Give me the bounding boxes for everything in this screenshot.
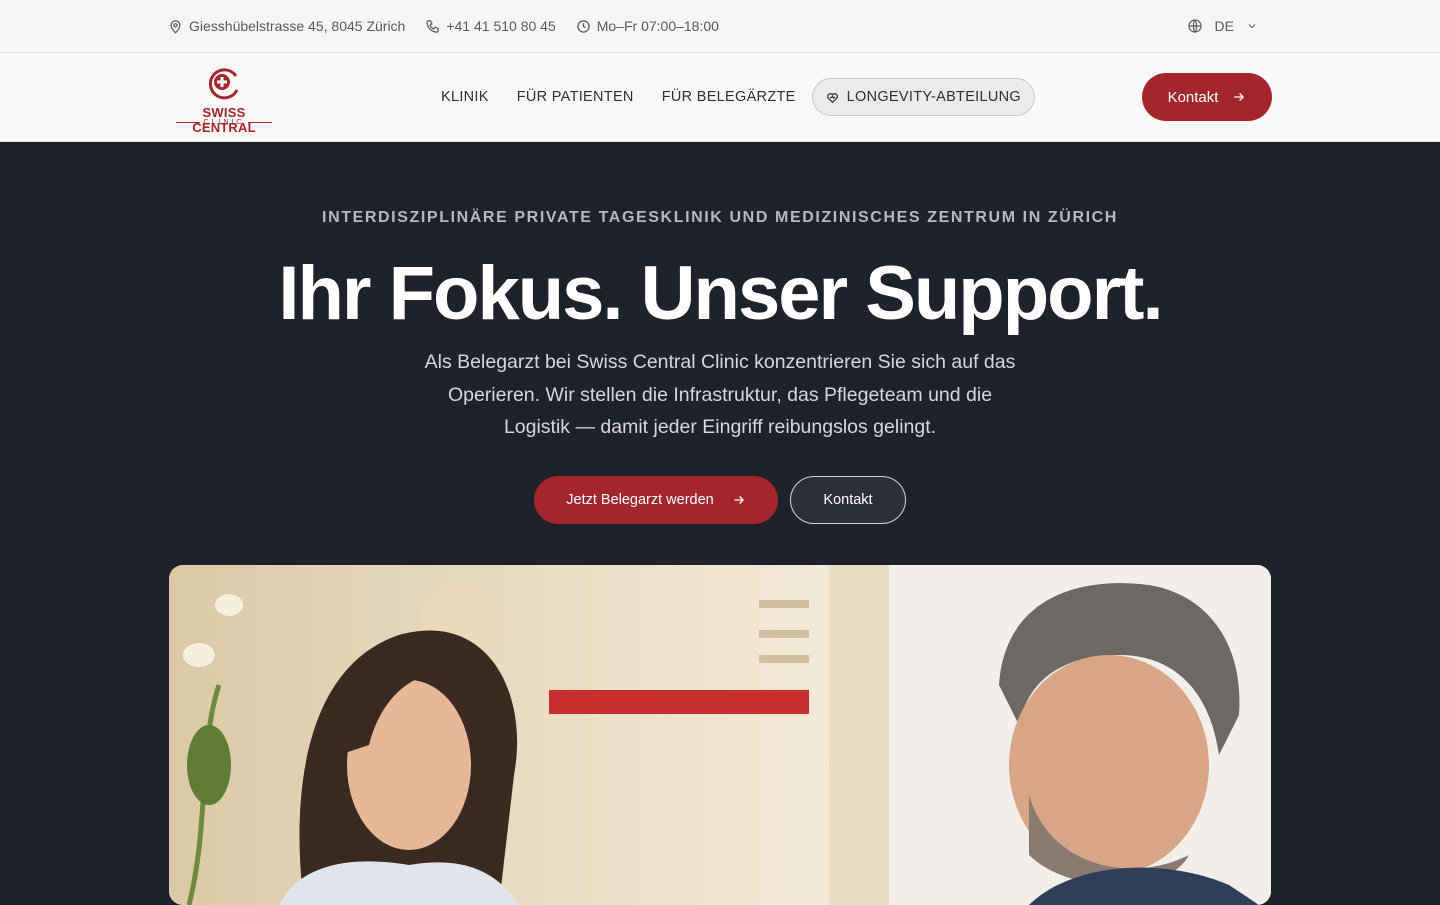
hours-info: Mo–Fr 07:00–18:00 — [576, 18, 719, 34]
primary-menu: KLINIK FÜR PATIENTEN FÜR BELEGÄRZTE LONG… — [427, 78, 1036, 116]
address-text: Giesshübelstrasse 45, 8045 Zürich — [189, 18, 406, 34]
hero-title: Ihr Fokus. Unser Support. — [278, 251, 1163, 336]
phone-info[interactable]: +41 41 510 80 45 — [425, 18, 556, 34]
top-info-bar: Giesshübelstrasse 45, 8045 Zürich +41 41… — [0, 0, 1440, 53]
clock-icon — [576, 19, 590, 33]
nav-item-longevity[interactable]: LONGEVITY-ABTEILUNG — [811, 78, 1036, 116]
nav-contact-label: Kontakt — [1167, 88, 1219, 106]
arrow-right-icon — [734, 496, 744, 504]
hours-text: Mo–Fr 07:00–18:00 — [596, 18, 719, 34]
hero-subtext: Als Belegarzt bei Swiss Central Clinic k… — [424, 351, 1016, 438]
language-label: DE — [1214, 18, 1234, 34]
become-belegarzt-button[interactable]: Jetzt Belegarzt werden — [534, 476, 778, 524]
nav-item-fuer-belegaerzte[interactable]: FÜR BELEGÄRZTE — [648, 89, 810, 105]
become-belegarzt-label: Jetzt Belegarzt werden — [566, 492, 714, 508]
arrow-right-icon — [1234, 93, 1245, 101]
nav-contact-button[interactable]: Kontakt — [1142, 73, 1272, 121]
hero-contact-label: Kontakt — [823, 492, 873, 508]
doctor-consultation-image — [169, 565, 1271, 905]
language-selector[interactable]: DE — [1187, 18, 1258, 34]
nav-item-fuer-patienten[interactable]: FÜR PATIENTEN — [503, 89, 648, 105]
longevity-label: LONGEVITY-ABTEILUNG — [846, 89, 1022, 105]
nav-item-klinik[interactable]: KLINIK — [427, 89, 503, 105]
globe-icon — [1187, 19, 1202, 33]
phone-text: +41 41 510 80 45 — [446, 18, 556, 34]
hero-photo — [169, 565, 1271, 905]
logo[interactable]: SWISS CENTRAL CLINIC — [170, 65, 278, 135]
hero-contact-button[interactable]: Kontakt — [790, 476, 906, 524]
chevron-down-icon — [1248, 24, 1256, 29]
logo-subtitle: CLINIC — [170, 119, 278, 126]
map-pin-icon — [170, 19, 181, 34]
clinic-logo-icon — [208, 68, 239, 100]
phone-icon — [426, 19, 440, 33]
hero-eyebrow: INTERDISZIPLINÄRE PRIVATE TAGESKLINIK UN… — [322, 209, 1118, 226]
heart-icon — [826, 92, 838, 103]
main-nav: SWISS CENTRAL CLINIC KLINIK FÜR PATIENTE… — [0, 53, 1440, 142]
hero-buttons: Jetzt Belegarzt werden Kontakt — [534, 476, 906, 524]
address-info[interactable]: Giesshübelstrasse 45, 8045 Zürich — [168, 18, 405, 34]
